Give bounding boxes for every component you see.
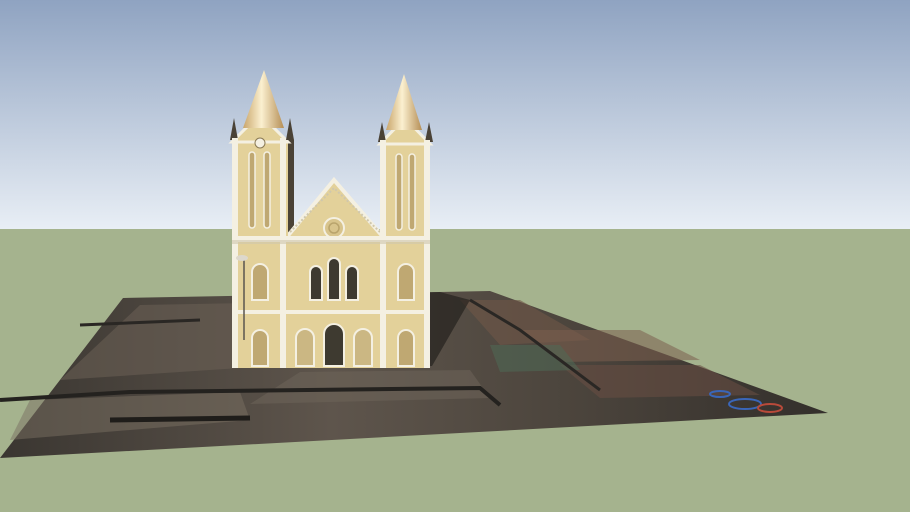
- sky: [0, 0, 910, 229]
- clock: [254, 137, 266, 149]
- rose-window: [323, 217, 345, 239]
- 3d-scene: [0, 0, 910, 512]
- left-tower: [232, 138, 288, 238]
- right-tower: [380, 140, 430, 238]
- sketchup-viewport[interactable]: [0, 0, 910, 512]
